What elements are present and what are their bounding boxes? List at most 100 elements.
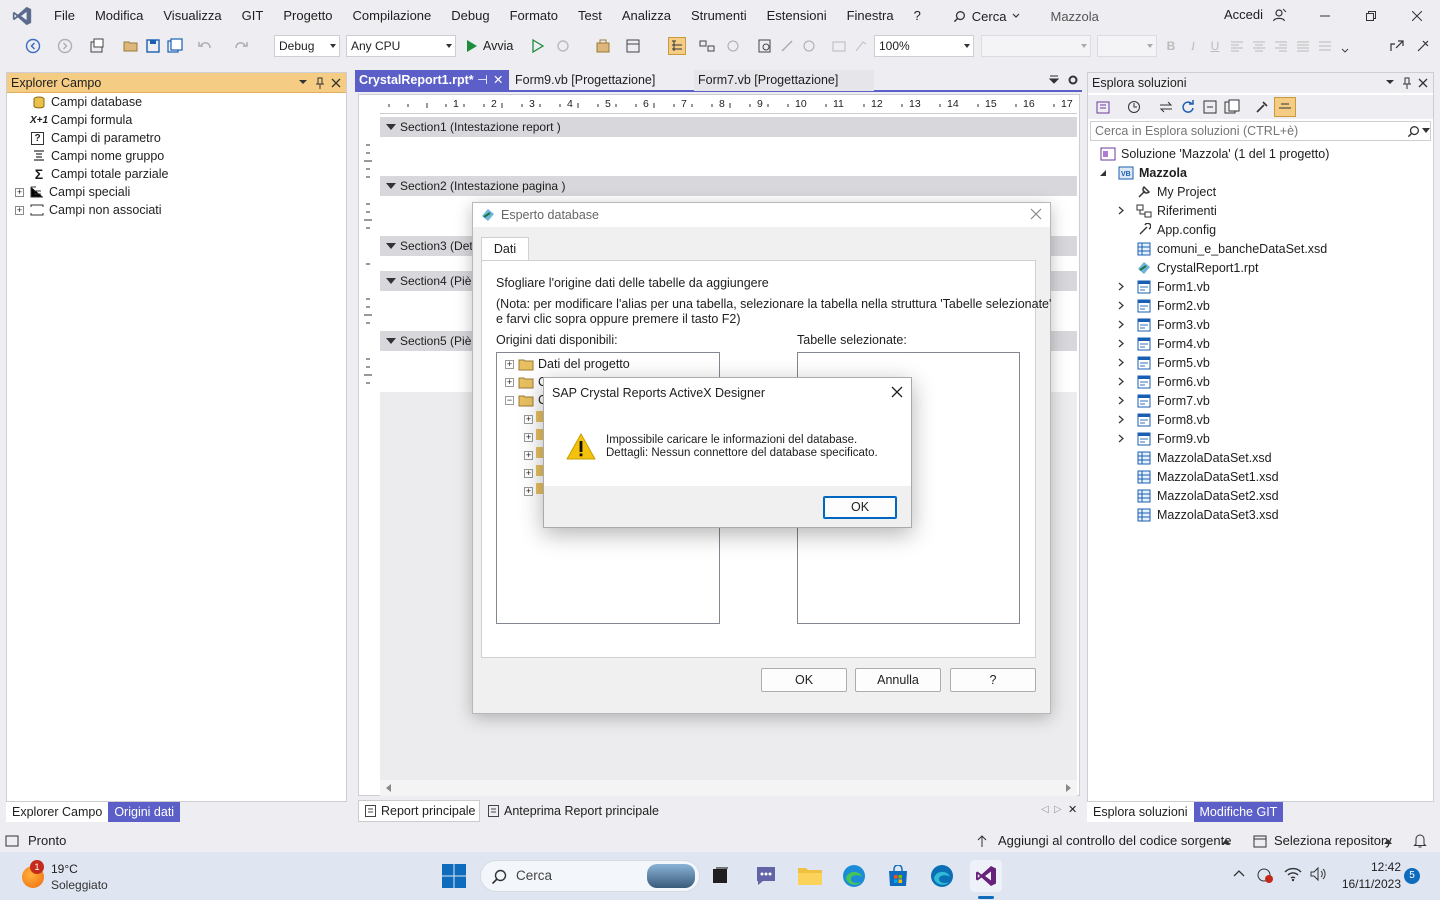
start-menu-button[interactable] [438, 860, 470, 892]
tab-form7[interactable]: Form7.vb [Progettazione] [694, 70, 874, 91]
configuration-select[interactable]: Debug [274, 35, 340, 57]
line-spacing-icon[interactable] [1316, 37, 1334, 55]
expand-icon[interactable] [1116, 377, 1126, 387]
preview-selected-icon[interactable] [1274, 97, 1296, 117]
solution-item[interactable]: My Project [1116, 182, 1216, 201]
tree-node-3[interactable]: − C [505, 392, 547, 408]
justify-icon[interactable] [1294, 37, 1312, 55]
tab-overflow-icon[interactable] [1049, 74, 1059, 84]
expand-icon[interactable] [1116, 415, 1126, 425]
menu-help[interactable]: ? [904, 0, 931, 32]
solution-node[interactable]: Soluzione 'Mazzola' (1 del 1 progetto) [1100, 144, 1329, 163]
bold-icon[interactable]: B [1162, 37, 1180, 55]
align-center-icon[interactable] [1250, 37, 1268, 55]
tab-solution-explorer[interactable]: Esplora soluzioni [1087, 802, 1194, 822]
menu-formato[interactable]: Formato [500, 0, 568, 32]
expand-icon[interactable] [1116, 206, 1126, 216]
visual-studio-taskbar-button[interactable] [970, 860, 1002, 892]
expand-icon[interactable]: + [524, 451, 533, 460]
show-all-files-icon[interactable] [1224, 99, 1240, 115]
expand-icon[interactable]: + [524, 469, 533, 478]
solution-item[interactable]: MazzolaDataSet3.xsd [1116, 505, 1279, 524]
teams-chat-button[interactable] [750, 860, 782, 892]
menu-debug[interactable]: Debug [441, 0, 499, 32]
tab-form9[interactable]: Form9.vb [Progettazione] [511, 70, 691, 91]
redo-button[interactable] [232, 37, 250, 55]
font-select[interactable] [981, 35, 1091, 57]
tab-field-explorer[interactable]: Explorer Campo [6, 802, 109, 822]
file-explorer-button[interactable] [794, 860, 826, 892]
close-window-button[interactable] [1394, 0, 1440, 32]
menu-compilazione[interactable]: Compilazione [343, 0, 442, 32]
close-dialog-icon[interactable] [891, 386, 903, 398]
menu-modifica[interactable]: Modifica [85, 0, 153, 32]
expand-icon[interactable] [1116, 320, 1126, 330]
tab-git-changes[interactable]: Modifiche GIT [1193, 802, 1284, 822]
solution-item[interactable]: Form9.vb [1116, 429, 1210, 448]
restore-button[interactable] [1348, 0, 1394, 32]
db-expert-help-button[interactable]: ? [950, 668, 1036, 692]
save-all-button[interactable] [166, 37, 184, 55]
expand-icon[interactable]: + [524, 433, 533, 442]
edge-button[interactable] [838, 860, 870, 892]
tree-node-2[interactable]: + C [505, 374, 547, 390]
open-button[interactable] [122, 37, 140, 55]
formula-workshop-button[interactable] [778, 37, 796, 55]
section1-header[interactable]: Section1 (Intestazione report ) [380, 117, 1077, 137]
platform-select[interactable]: Any CPU [346, 35, 456, 57]
show-hidden-icons[interactable] [1233, 869, 1245, 877]
menu-analizza[interactable]: Analizza [612, 0, 681, 32]
close-tab-icon[interactable]: ✕ [493, 70, 503, 91]
align-left-icon[interactable] [1228, 37, 1246, 55]
expand-icon[interactable] [1116, 396, 1126, 406]
section1-body[interactable] [380, 137, 1077, 179]
expand-icon[interactable] [1116, 434, 1126, 444]
taskbar-search-box[interactable]: Cerca [480, 860, 700, 892]
collapse-all-icon[interactable] [1202, 99, 1218, 115]
menu-file[interactable]: File [44, 0, 85, 32]
search-button[interactable]: Cerca [945, 9, 1029, 24]
expand-icon[interactable] [1116, 282, 1126, 292]
expand-icon[interactable] [1116, 358, 1126, 368]
solution-item[interactable]: App.config [1116, 220, 1216, 239]
project-node[interactable]: VB Mazzola [1098, 163, 1187, 182]
save-button[interactable] [144, 37, 162, 55]
collapse-icon[interactable] [1098, 168, 1108, 178]
close-panel-icon[interactable] [331, 78, 341, 88]
field-item-formula[interactable]: X+1 Campi formula [17, 111, 132, 129]
expand-icon[interactable]: + [15, 205, 24, 215]
panel-menu-icon[interactable] [1385, 77, 1395, 87]
refresh-icon[interactable] [1180, 99, 1196, 115]
properties-icon[interactable] [1254, 99, 1270, 115]
solution-item[interactable]: Form7.vb [1116, 391, 1210, 410]
search-options-icon[interactable] [1422, 128, 1430, 134]
zoom-select[interactable]: 100% [874, 35, 974, 57]
field-item-database[interactable]: Campi database [17, 93, 142, 111]
menu-test[interactable]: Test [568, 0, 612, 32]
tab-crystalreport1[interactable]: CrystalReport1.rpt* ⊣ ✕ [355, 70, 509, 91]
tab-main-report[interactable]: Report principale [358, 800, 480, 822]
solution-item[interactable]: CrystalReport1.rpt [1116, 258, 1258, 277]
field-item-special[interactable]: + Campi speciali [15, 183, 130, 201]
section2-header[interactable]: Section2 (Intestazione pagina ) [380, 176, 1077, 196]
collapse-icon[interactable]: − [505, 395, 514, 405]
tree-child-3[interactable]: + [524, 447, 545, 461]
tree-child-1[interactable]: + [524, 411, 545, 425]
solution-search-input[interactable] [1091, 122, 1391, 140]
network-status-icon[interactable] [1256, 866, 1274, 884]
toolbox-button[interactable] [594, 37, 612, 55]
tree-child-2[interactable]: + [524, 429, 545, 443]
notifications-icon[interactable] [1413, 833, 1427, 849]
add-to-source-control-button[interactable]: Aggiungi al controllo del codice sorgent… [998, 830, 1231, 852]
error-ok-button[interactable]: OK [823, 496, 897, 519]
forward-button[interactable] [56, 37, 74, 55]
field-item-running-total[interactable]: Σ Campi totale parziale [17, 165, 169, 183]
italic-icon[interactable]: I [1184, 37, 1202, 55]
sign-in-button[interactable]: Accedi [1224, 0, 1287, 30]
menu-finestra[interactable]: Finestra [837, 0, 904, 32]
scroll-left-icon[interactable] [384, 783, 392, 793]
new-project-button[interactable] [88, 37, 106, 55]
solution-item[interactable]: MazzolaDataSet1.xsd [1116, 467, 1279, 486]
expand-icon[interactable]: + [15, 187, 24, 197]
align-right-icon[interactable] [1272, 37, 1290, 55]
